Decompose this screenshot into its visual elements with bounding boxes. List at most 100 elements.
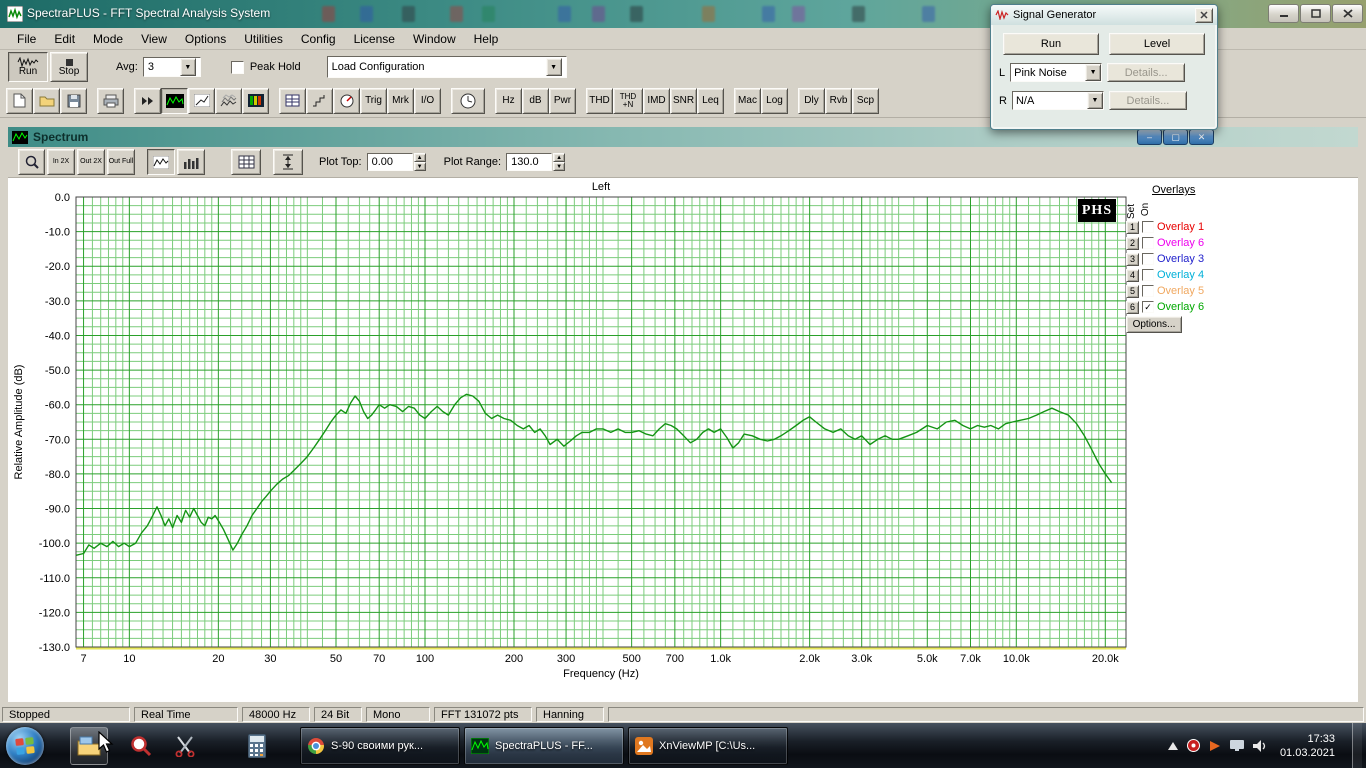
plot-top-input[interactable]: 0.00 [366, 153, 413, 171]
io-button[interactable]: I/O [414, 87, 441, 114]
rvb-button[interactable]: Rvb [825, 87, 852, 114]
overlays-options-button[interactable]: Options... [1126, 316, 1182, 333]
scp-button[interactable]: Scp [852, 87, 879, 114]
overlay-checkbox[interactable] [1142, 221, 1154, 233]
taskbar-pin-search[interactable] [122, 727, 160, 765]
mrk-button[interactable]: Mrk [387, 87, 414, 114]
zoom-out-full-button[interactable]: Out Full [107, 149, 135, 175]
show-desktop-button[interactable] [1352, 723, 1362, 768]
overlay-set-button[interactable]: 1 [1126, 220, 1139, 234]
left-details-button[interactable]: Details... [1107, 63, 1186, 82]
menu-options[interactable]: Options [176, 30, 235, 48]
menu-mode[interactable]: Mode [84, 30, 132, 48]
zoom-in-2x-button[interactable]: In 2X [47, 149, 75, 175]
step-plot-button[interactable] [306, 87, 333, 114]
spinner-down-icon[interactable]: ▼ [413, 162, 426, 171]
right-signal-select[interactable]: N/A ▼ [1011, 91, 1104, 110]
tray-network-icon[interactable] [1229, 740, 1244, 751]
hz-button[interactable]: Hz [495, 87, 522, 114]
zoom-out-2x-button[interactable]: Out 2X [77, 149, 105, 175]
zoom-button[interactable] [18, 149, 45, 175]
thdn-button[interactable]: THD +N [613, 87, 643, 114]
spinner-up-icon[interactable]: ▲ [553, 153, 566, 162]
overlay-set-button[interactable]: 3 [1126, 252, 1139, 266]
overlay-checkbox[interactable] [1142, 253, 1154, 265]
thd-button[interactable]: THD [586, 87, 613, 114]
spectrum-close-button[interactable]: ✕ [1189, 129, 1214, 145]
right-details-button[interactable]: Details... [1108, 91, 1187, 110]
chevron-down-icon[interactable]: ▼ [545, 58, 562, 76]
log-button[interactable]: Log [761, 87, 788, 114]
save-button[interactable] [60, 87, 87, 114]
spinner-up-icon[interactable]: ▲ [413, 153, 426, 162]
show-hidden-icons-icon[interactable] [1167, 741, 1178, 750]
trig-button[interactable]: Trig [360, 87, 387, 114]
new-file-button[interactable] [6, 87, 33, 114]
spectrum-maximize-button[interactable]: ▢ [1163, 129, 1188, 145]
mac-button[interactable]: Mac [734, 87, 761, 114]
taskbar-pin-snipping-tool[interactable] [166, 727, 204, 765]
fast-forward-button[interactable] [134, 87, 161, 114]
overlay-set-button[interactable]: 6 [1126, 300, 1139, 314]
plot-range-spinner[interactable]: ▲ ▼ [553, 153, 566, 171]
phase-meter-button[interactable] [333, 87, 360, 114]
start-button[interactable] [6, 726, 44, 765]
taskbar-window-spectraplus[interactable]: SpectraPLUS - FF... [464, 726, 624, 765]
overlay-set-button[interactable]: 2 [1126, 236, 1139, 250]
spectrum-minimize-button[interactable]: – [1137, 129, 1162, 145]
tray-red-app-icon[interactable] [1186, 739, 1200, 752]
close-button[interactable] [1332, 4, 1363, 23]
taskbar-clock[interactable]: 17:33 01.03.2021 [1280, 732, 1335, 760]
overlay-checkbox[interactable] [1142, 285, 1154, 297]
chevron-down-icon[interactable]: ▼ [179, 58, 196, 76]
line-plot-button[interactable] [147, 149, 175, 175]
maximize-button[interactable] [1300, 4, 1331, 23]
timer-button[interactable] [451, 87, 485, 114]
menu-edit[interactable]: Edit [45, 30, 84, 48]
print-button[interactable] [97, 87, 124, 114]
chevron-down-icon[interactable]: ▼ [1085, 64, 1102, 81]
menu-view[interactable]: View [132, 30, 176, 48]
generator-run-button[interactable]: Run [1003, 33, 1099, 55]
overlay-checkbox[interactable] [1142, 237, 1154, 249]
overlay-set-button[interactable]: 4 [1126, 268, 1139, 282]
minimize-button[interactable] [1268, 4, 1299, 23]
plot-range-input[interactable]: 130.0 [506, 153, 553, 171]
grid-options-button[interactable] [231, 149, 261, 175]
tray-play-icon[interactable] [1209, 740, 1221, 752]
menu-window[interactable]: Window [404, 30, 465, 48]
generator-level-button[interactable]: Level [1109, 33, 1205, 55]
menu-license[interactable]: License [345, 30, 404, 48]
avg-select[interactable]: 3 ▼ [142, 57, 201, 77]
left-signal-select[interactable]: Pink Noise ▼ [1010, 63, 1103, 82]
spinner-down-icon[interactable]: ▼ [553, 162, 566, 171]
db-button[interactable]: dB [522, 87, 549, 114]
table-view-button[interactable] [279, 87, 306, 114]
taskbar-pin-calculator[interactable] [238, 727, 276, 765]
menu-file[interactable]: File [8, 30, 45, 48]
tray-volume-icon[interactable] [1252, 739, 1267, 752]
pwr-button[interactable]: Pwr [549, 87, 576, 114]
run-button[interactable]: Run [8, 52, 48, 82]
vertical-scale-button[interactable] [273, 149, 303, 175]
taskbar-window-xnviewmp[interactable]: XnViewMP [C:\Us... [628, 726, 788, 765]
plot-top-spinner[interactable]: ▲ ▼ [413, 153, 426, 171]
overlay-set-button[interactable]: 5 [1126, 284, 1139, 298]
snr-button[interactable]: SNR [670, 87, 697, 114]
chevron-down-icon[interactable]: ▼ [1086, 92, 1103, 109]
stop-button[interactable]: Stop [50, 52, 88, 82]
slope-display-button[interactable] [188, 87, 215, 114]
imd-button[interactable]: IMD [643, 87, 670, 114]
dly-button[interactable]: Dly [798, 87, 825, 114]
overlay-checkbox[interactable] [1142, 269, 1154, 281]
bar-plot-button[interactable] [177, 149, 205, 175]
leq-button[interactable]: Leq [697, 87, 724, 114]
peak-hold-checkbox[interactable] [230, 60, 244, 74]
spectrogram-display-button[interactable] [242, 87, 269, 114]
menu-utilities[interactable]: Utilities [235, 30, 292, 48]
taskbar-window-chrome[interactable]: S-90 своими рук... [300, 726, 460, 765]
spectrum-display-button[interactable] [161, 87, 188, 114]
open-file-button[interactable] [33, 87, 60, 114]
overlay-checkbox-checked[interactable]: ✓ [1142, 301, 1154, 313]
waterfall-display-button[interactable] [215, 87, 242, 114]
